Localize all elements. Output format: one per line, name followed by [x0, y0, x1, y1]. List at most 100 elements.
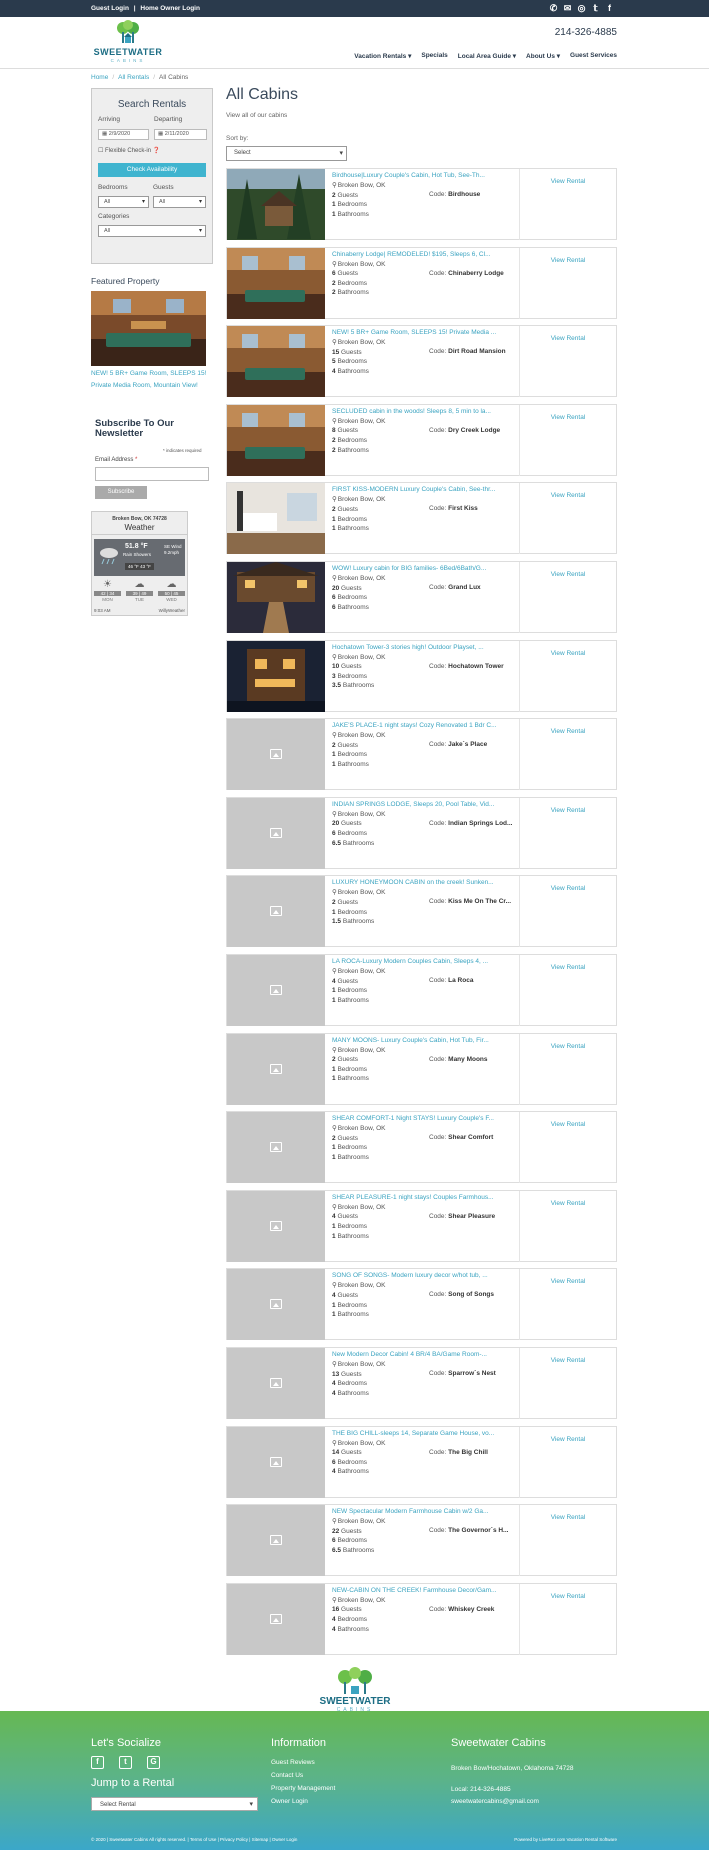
listing-title[interactable]: NEW Spectacular Modern Farmhouse Cabin w…: [332, 1508, 512, 1515]
view-rental-link[interactable]: View Rental: [519, 650, 617, 657]
listing-photo[interactable]: [227, 247, 325, 319]
listing-photo[interactable]: [227, 1426, 325, 1498]
view-rental-link[interactable]: View Rental: [519, 1200, 617, 1207]
listing-title[interactable]: WOW! Luxury cabin for BIG families- 6Bed…: [332, 565, 512, 572]
view-rental-link[interactable]: View Rental: [519, 1043, 617, 1050]
google-plus-icon[interactable]: G: [147, 1756, 160, 1769]
flexible-checkin[interactable]: ☐ Flexible Check-in ❓: [98, 147, 160, 154]
listing-photo[interactable]: [227, 1348, 325, 1419]
nav-guest-services[interactable]: Guest Services: [570, 52, 617, 60]
check-availability-button[interactable]: Check Availability: [98, 163, 206, 177]
owner-login-link[interactable]: Home Owner Login: [140, 5, 200, 12]
departing-date-input[interactable]: ▦ 2/11/2020: [154, 129, 207, 140]
bedrooms-select[interactable]: All: [98, 196, 149, 208]
view-rental-link[interactable]: View Rental: [519, 335, 617, 342]
property-management-link[interactable]: Property Management: [271, 1785, 335, 1792]
view-rental-link[interactable]: View Rental: [519, 1278, 617, 1285]
listing-title[interactable]: SECLUDED cabin in the woods! Sleeps 8, 5…: [332, 408, 512, 415]
listing-photo[interactable]: [227, 483, 325, 555]
nav-about-us[interactable]: About Us ▾: [526, 52, 560, 60]
view-rental-link[interactable]: View Rental: [519, 178, 617, 185]
listing-photo[interactable]: [227, 404, 325, 476]
listing-photo[interactable]: [227, 797, 325, 869]
listing-title[interactable]: SHEAR PLEASURE-1 night stays! Couples Fa…: [332, 1194, 512, 1201]
listing-location: ⚲Broken Bow, OK: [332, 1518, 386, 1526]
view-rental-link[interactable]: View Rental: [519, 964, 617, 971]
view-rental-link[interactable]: View Rental: [519, 1121, 617, 1128]
view-rental-link[interactable]: View Rental: [519, 807, 617, 814]
listing-photo[interactable]: [227, 326, 325, 398]
phone-icon[interactable]: ✆: [548, 3, 559, 14]
weather-credit[interactable]: WillyWeather: [159, 608, 185, 613]
listing-photo[interactable]: [227, 719, 325, 791]
listing-photo[interactable]: [227, 640, 325, 712]
listing-photo[interactable]: [227, 562, 325, 633]
listing-photo[interactable]: [227, 1505, 325, 1577]
listing-stat: 1 Bathrooms: [332, 525, 369, 533]
listing-title[interactable]: THE BIG CHILL-sleeps 14, Separate Game H…: [332, 1430, 512, 1437]
listing-photo[interactable]: [227, 1190, 325, 1262]
facebook-icon[interactable]: f: [604, 3, 615, 14]
guests-select[interactable]: All: [153, 196, 206, 208]
listing-title[interactable]: NEW! 5 BR+ Game Room, SLEEPS 15! Private…: [332, 329, 512, 336]
twitter-icon[interactable]: 𝕥: [590, 3, 601, 14]
featured-property-image[interactable]: [91, 291, 206, 366]
view-rental-link[interactable]: View Rental: [519, 257, 617, 264]
listing-title[interactable]: Birdhouse|Luxury Couple's Cabin, Hot Tub…: [332, 172, 512, 179]
view-rental-link[interactable]: View Rental: [519, 414, 617, 421]
company-email[interactable]: sweetwatercabins@gmail.com: [451, 1798, 539, 1805]
email-icon[interactable]: ✉: [562, 3, 573, 14]
email-field[interactable]: [95, 467, 209, 481]
owner-login-link[interactable]: Owner Login: [271, 1798, 308, 1805]
breadcrumb-home[interactable]: Home: [91, 74, 108, 81]
featured-property-link[interactable]: NEW! 5 BR+ Game Room, SLEEPS 15! Private…: [91, 368, 209, 392]
view-rental-link[interactable]: View Rental: [519, 492, 617, 499]
view-rental-link[interactable]: View Rental: [519, 728, 617, 735]
view-rental-link[interactable]: View Rental: [519, 571, 617, 578]
help-icon[interactable]: ❓: [153, 148, 160, 154]
listing-title[interactable]: MANY MOONS- Luxury Couple's Cabin, Hot T…: [332, 1037, 512, 1044]
arriving-date-input[interactable]: ▦ 2/9/2020: [98, 129, 149, 140]
company-phone[interactable]: Local: 214-326-4885: [451, 1786, 511, 1793]
listing-title[interactable]: INDIAN SPRINGS LODGE, Sleeps 20, Pool Ta…: [332, 801, 512, 808]
listing-title[interactable]: Chinaberry Lodge| REMODELED! $195, Sleep…: [332, 251, 512, 258]
categories-select[interactable]: All: [98, 225, 206, 237]
view-rental-link[interactable]: View Rental: [519, 1436, 617, 1443]
listing-title[interactable]: FIRST KISS-MODERN Luxury Couple's Cabin,…: [332, 486, 512, 493]
nav-local-area-guide[interactable]: Local Area Guide ▾: [458, 52, 516, 60]
view-rental-link[interactable]: View Rental: [519, 885, 617, 892]
view-rental-link[interactable]: View Rental: [519, 1593, 617, 1600]
nav-vacation-rentals[interactable]: Vacation Rentals ▾: [354, 52, 411, 60]
listing-photo[interactable]: [227, 1033, 325, 1105]
instagram-icon[interactable]: ◎: [576, 3, 587, 14]
listing-title[interactable]: NEW-CABIN ON THE CREEK! Farmhouse Decor/…: [332, 1587, 512, 1594]
listing-photo[interactable]: [227, 1583, 325, 1655]
contact-us-link[interactable]: Contact Us: [271, 1772, 303, 1779]
listing-title[interactable]: New Modern Decor Cabin! 4 BR/4 BA/Game R…: [332, 1351, 512, 1358]
facebook-icon[interactable]: f: [91, 1756, 104, 1769]
breadcrumb-all-rentals[interactable]: All Rentals: [118, 74, 149, 81]
listing-title[interactable]: LA ROCA-Luxury Modern Couples Cabin, Sle…: [332, 958, 512, 965]
listing-title[interactable]: LUXURY HONEYMOON CABIN on the creek! Sun…: [332, 879, 512, 886]
listing-title[interactable]: SHEAR COMFORT-1 Night STAYS! Luxury Coup…: [332, 1115, 512, 1122]
view-rental-link[interactable]: View Rental: [519, 1514, 617, 1521]
nav-specials[interactable]: Specials: [421, 52, 447, 60]
header-phone[interactable]: 214-326-4885: [555, 27, 617, 38]
twitter-icon[interactable]: t: [119, 1756, 132, 1769]
listing-title[interactable]: JAKE'S PLACE-1 night stays! Cozy Renovat…: [332, 722, 512, 729]
listing-photo[interactable]: [227, 955, 325, 1026]
powered-by[interactable]: Powered by LiveRez.com Vacation Rental S…: [514, 1837, 617, 1842]
listing-photo[interactable]: [227, 169, 325, 240]
listing-photo[interactable]: [227, 1269, 325, 1341]
listing-title[interactable]: Hochatown Tower-3 stories high! Outdoor …: [332, 644, 512, 651]
listing-photo[interactable]: [227, 876, 325, 948]
listing-title[interactable]: SONG OF SONGS- Modern luxury decor w/hot…: [332, 1272, 512, 1279]
subscribe-button[interactable]: Subscribe: [95, 486, 147, 499]
sort-select[interactable]: Select: [226, 146, 347, 161]
listing-photo[interactable]: [227, 1112, 325, 1184]
view-rental-link[interactable]: View Rental: [519, 1357, 617, 1364]
site-logo[interactable]: SWEETWATER CABINS: [91, 20, 165, 66]
guest-reviews-link[interactable]: Guest Reviews: [271, 1759, 315, 1766]
jump-rental-select[interactable]: Select Rental: [91, 1797, 258, 1812]
guest-login-link[interactable]: Guest Login: [91, 5, 129, 12]
